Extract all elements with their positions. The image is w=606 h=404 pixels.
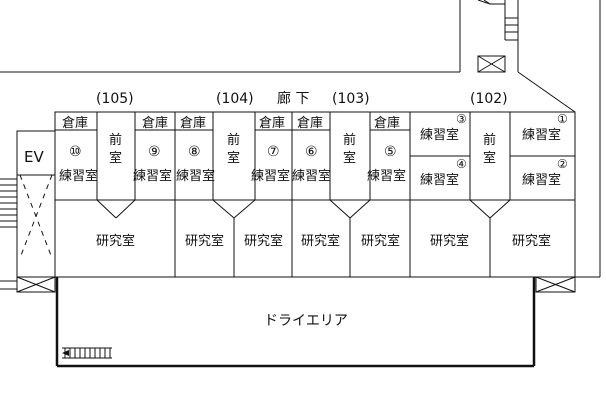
anteroom-104-bottom: 室	[227, 150, 240, 166]
research-room-104b: 研究室	[244, 233, 283, 249]
storage-label-7: 倉庫	[259, 116, 285, 131]
floor-plan: (105) (104) 廊 下 (103) (102) EV 倉庫 倉庫 倉庫 …	[0, 0, 606, 404]
anteroom-103-top: 前	[343, 132, 356, 148]
storage-label-9: 倉庫	[142, 116, 168, 131]
practice-room-9: 練習室	[133, 168, 172, 184]
anteroom-102-bottom: 室	[483, 150, 496, 166]
practice-number-7: ⑦	[267, 144, 280, 160]
storage-label-8: 倉庫	[180, 116, 206, 131]
storage-label-6: 倉庫	[297, 116, 323, 131]
practice-room-5: 練習室	[367, 168, 406, 184]
practice-number-10: ⑩	[69, 144, 82, 160]
practice-room-4: 練習室	[420, 172, 459, 188]
practice-number-8: ⑧	[188, 144, 201, 160]
practice-number-2: ②	[557, 157, 568, 171]
research-room-103a: 研究室	[301, 233, 340, 249]
research-room-103b: 研究室	[361, 233, 400, 249]
practice-room-2: 練習室	[522, 172, 561, 188]
practice-number-9: ⑨	[148, 144, 161, 160]
practice-number-4: ④	[456, 157, 467, 171]
room-number-104: (104)	[216, 91, 254, 107]
practice-room-7: 練習室	[251, 168, 290, 184]
research-room-104a: 研究室	[185, 233, 224, 249]
practice-number-5: ⑤	[384, 144, 397, 160]
practice-number-3: ③	[456, 112, 467, 126]
room-number-103: (103)	[332, 91, 370, 107]
anteroom-102-top: 前	[483, 132, 496, 148]
practice-number-6: ⑥	[305, 144, 318, 160]
anteroom-105-top: 前	[109, 132, 122, 148]
ev-label: EV	[24, 148, 44, 166]
research-room-102a: 研究室	[430, 233, 469, 249]
anteroom-105-bottom: 室	[109, 150, 122, 166]
floor-plan-drawing: (105) (104) 廊 下 (103) (102) EV 倉庫 倉庫 倉庫 …	[0, 0, 601, 368]
research-room-105: 研究室	[96, 233, 135, 249]
storage-label-5: 倉庫	[374, 116, 400, 131]
practice-room-8: 練習室	[176, 168, 215, 184]
room-number-105: (105)	[96, 91, 134, 107]
room-number-102: (102)	[470, 91, 508, 107]
anteroom-104-top: 前	[227, 132, 240, 148]
upper-row-partitions	[55, 112, 575, 277]
practice-room-3: 練習室	[420, 127, 459, 143]
practice-room-1: 練習室	[522, 127, 561, 143]
practice-number-1: ①	[557, 112, 568, 126]
practice-room-6: 練習室	[292, 168, 331, 184]
corridor-label: 廊 下	[277, 90, 309, 107]
storage-label-10: 倉庫	[62, 116, 88, 131]
anteroom-103-bottom: 室	[343, 150, 356, 166]
dry-area-label: ドライエリア	[264, 313, 348, 329]
practice-room-10: 練習室	[59, 168, 98, 184]
research-room-102b: 研究室	[512, 233, 551, 249]
